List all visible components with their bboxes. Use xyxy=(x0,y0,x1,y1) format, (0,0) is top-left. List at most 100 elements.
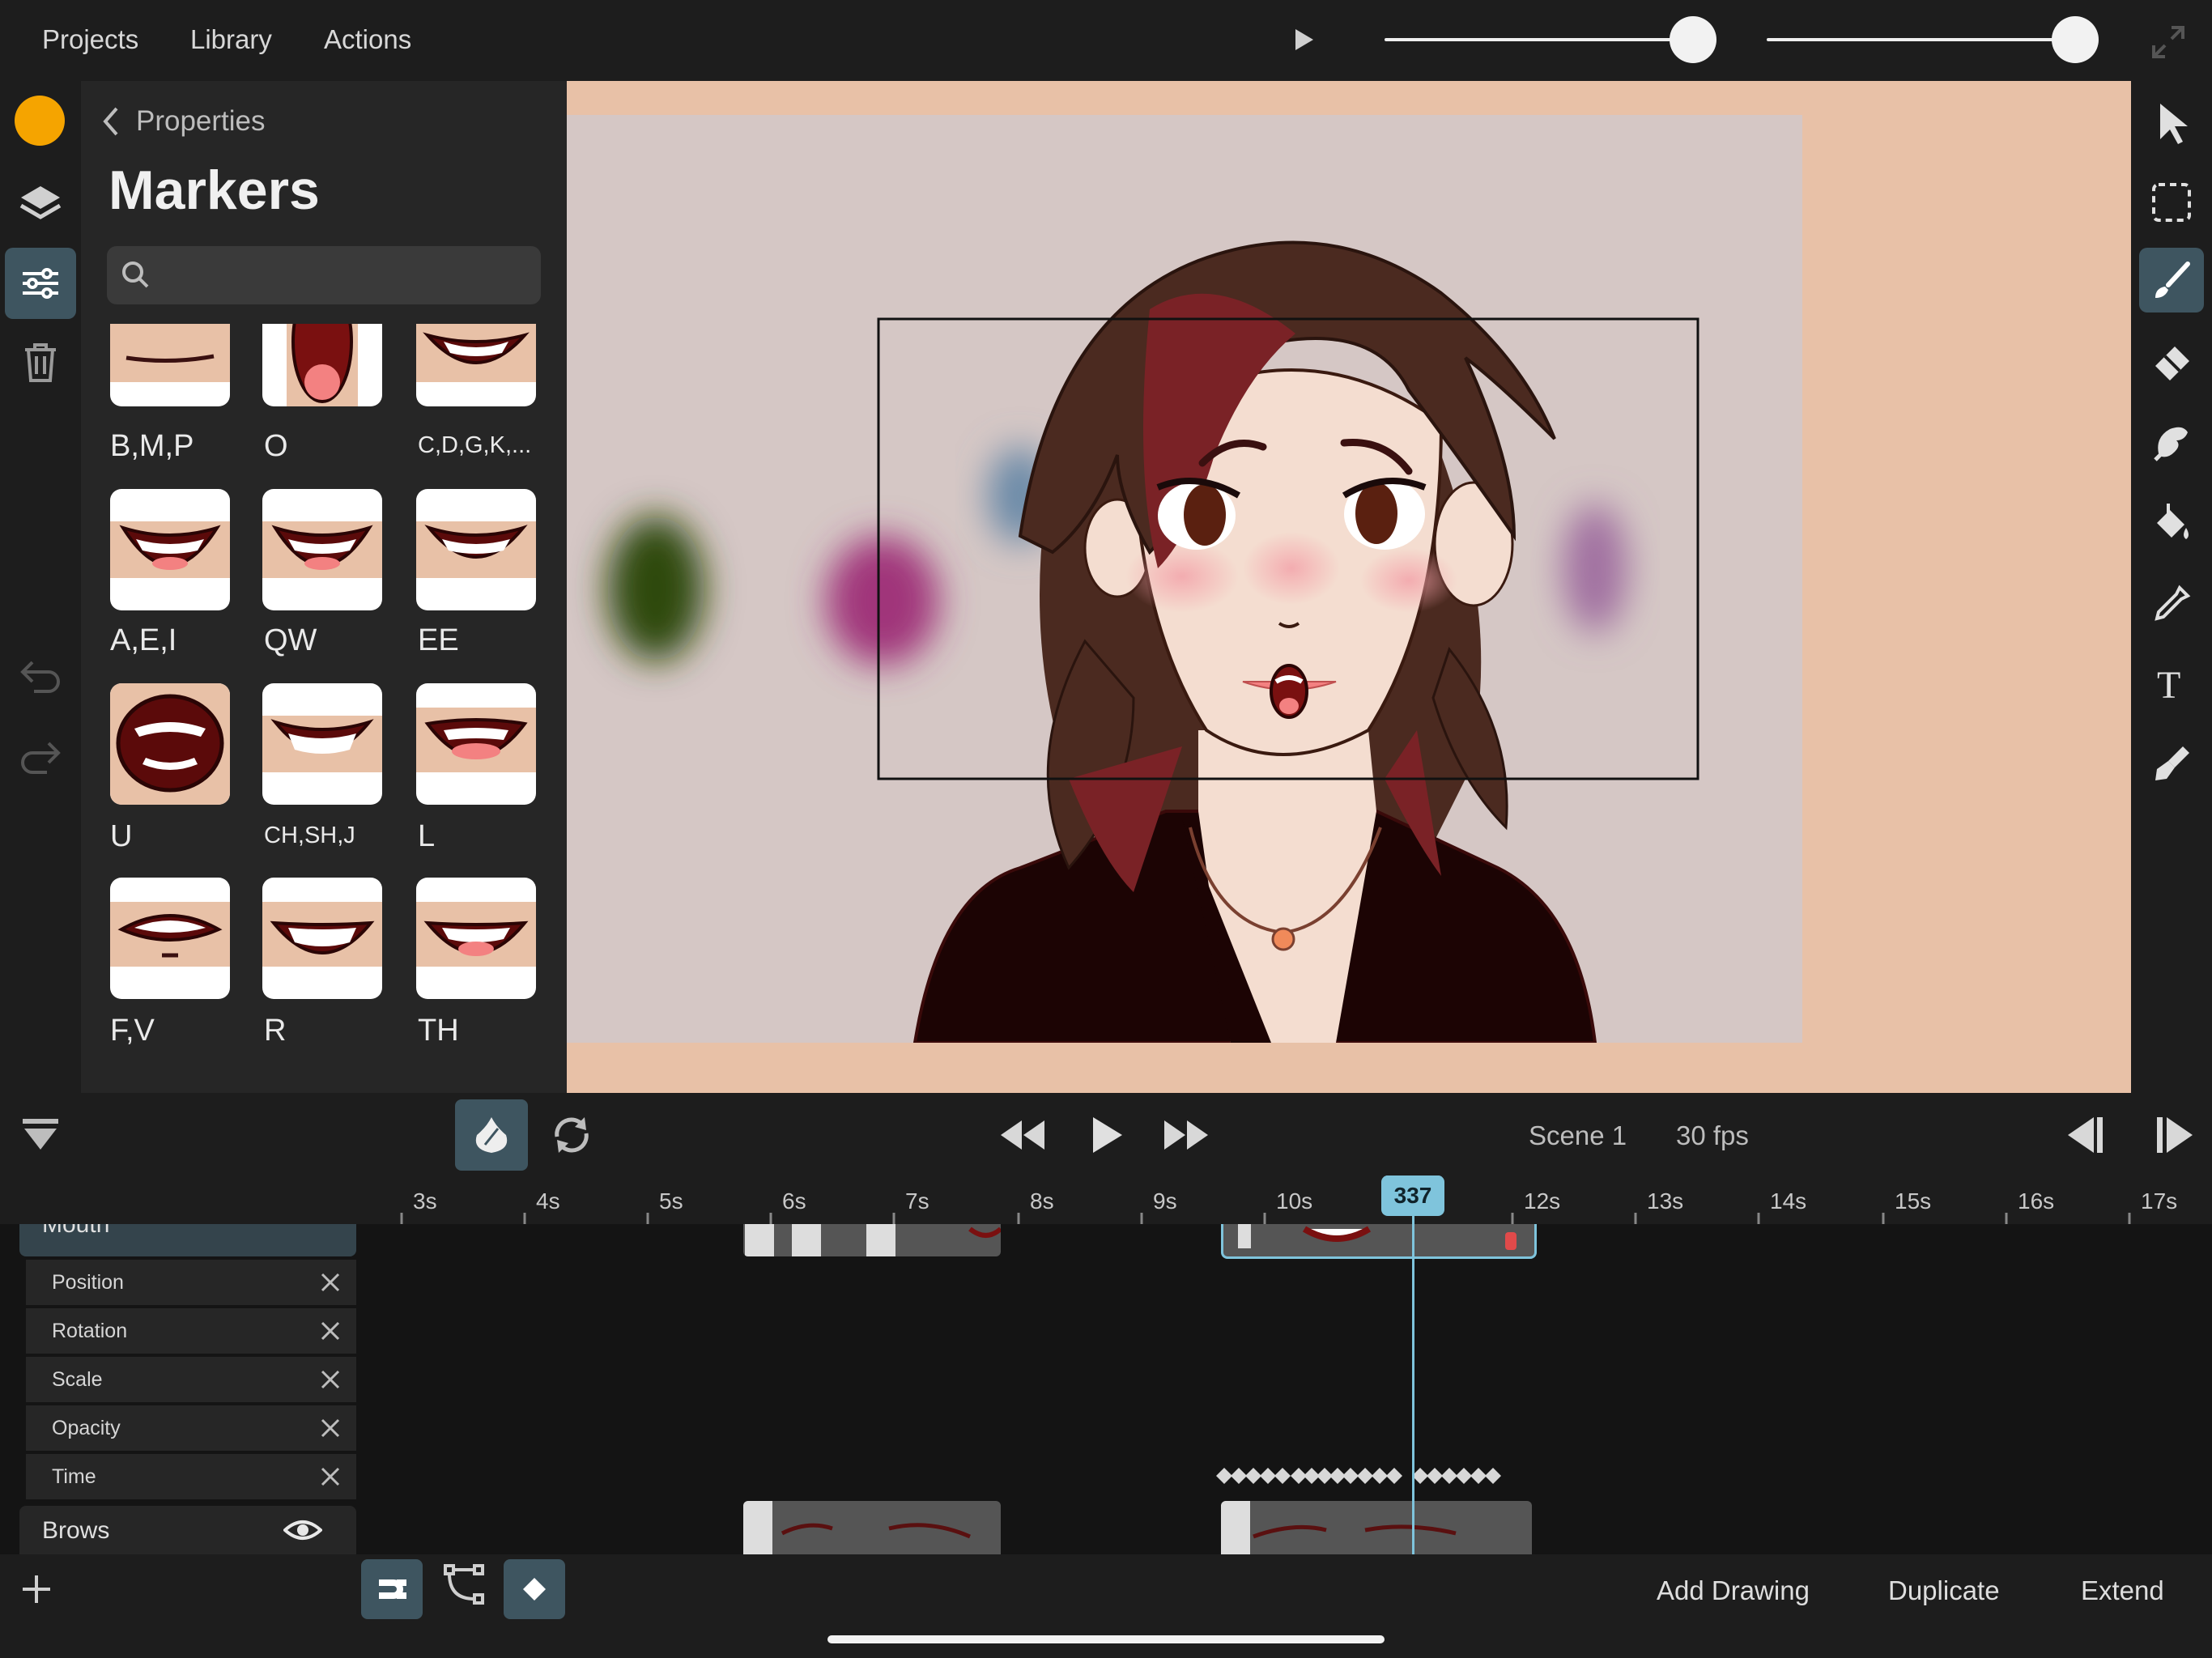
select-arrow-icon[interactable] xyxy=(2139,91,2204,155)
fps-label[interactable]: 30 fps xyxy=(1676,1120,1749,1151)
selection-rect-icon[interactable] xyxy=(2139,170,2204,235)
ruler-tick-label: 9s xyxy=(1153,1188,1177,1214)
marker-label: B,M,P xyxy=(110,429,194,463)
opacity-slider-track[interactable] xyxy=(1767,38,2074,41)
play-button-icon[interactable] xyxy=(1090,1116,1124,1158)
play-icon[interactable] xyxy=(1294,28,1315,56)
marker-label: TH xyxy=(418,1014,459,1048)
timeline-clip-selected[interactable] xyxy=(1221,1224,1537,1259)
marker-label: U xyxy=(110,819,133,853)
snap-magnet-icon[interactable] xyxy=(361,1559,423,1619)
markers-grid: B,M,P O C,D,G,K,... A,E,I QW EE U CH,SH,… xyxy=(107,324,560,1093)
ruler-tick-label: 6s xyxy=(782,1188,806,1214)
back-to-properties[interactable]: Properties xyxy=(136,105,266,138)
marker-thumb-bmp[interactable] xyxy=(110,324,230,406)
previous-frame-icon[interactable] xyxy=(2065,1116,2107,1158)
property-row-time[interactable]: Time xyxy=(26,1454,356,1499)
property-row-position[interactable]: Position xyxy=(26,1260,356,1305)
ruler-tick-label: 7s xyxy=(905,1188,929,1214)
scene-label[interactable]: Scene 1 xyxy=(1529,1120,1627,1151)
eyedropper-icon[interactable] xyxy=(2139,572,2204,636)
layers-icon[interactable] xyxy=(5,167,76,238)
ruler-tick-label: 5s xyxy=(659,1188,683,1214)
keyframe-diamond-icon[interactable] xyxy=(504,1559,565,1619)
timeline-clip[interactable] xyxy=(743,1224,1001,1256)
ruler-tick-label: 3s xyxy=(413,1188,437,1214)
undo-icon[interactable] xyxy=(5,640,76,711)
marker-thumb-u[interactable] xyxy=(110,683,230,805)
fill-icon[interactable] xyxy=(2139,489,2204,554)
pen-icon[interactable] xyxy=(2139,730,2204,795)
marker-thumb-l[interactable] xyxy=(416,683,536,805)
character-artwork xyxy=(607,240,1699,1043)
fullscreen-icon[interactable] xyxy=(2149,23,2188,66)
color-swatch[interactable] xyxy=(15,96,65,146)
zoom-slider-knob[interactable] xyxy=(1670,16,1716,63)
redo-icon[interactable] xyxy=(5,721,76,792)
ruler-tick-label: 16s xyxy=(2018,1188,2055,1214)
keyframe-markers[interactable] xyxy=(1206,1464,1514,1488)
marker-label: R xyxy=(264,1014,287,1048)
ruler-tick-label: 8s xyxy=(1030,1188,1054,1214)
page-title: Markers xyxy=(108,159,320,221)
trash-icon[interactable] xyxy=(5,327,76,398)
search-input[interactable] xyxy=(107,246,541,304)
motion-path-icon[interactable] xyxy=(442,1562,486,1610)
collapse-timeline-icon[interactable] xyxy=(21,1116,60,1158)
playhead-frame-badge[interactable]: 337 xyxy=(1381,1175,1444,1216)
marker-label: O xyxy=(264,429,288,463)
ruler-tick-label: 12s xyxy=(1524,1188,1561,1214)
property-row-rotation[interactable]: Rotation xyxy=(26,1308,356,1354)
opacity-slider-knob[interactable] xyxy=(2052,16,2099,63)
marker-thumb-aei[interactable] xyxy=(110,489,230,610)
marker-thumb-chshj[interactable] xyxy=(262,683,382,805)
extend-button[interactable]: Extend xyxy=(2081,1575,2164,1606)
search-icon xyxy=(122,261,149,288)
menu-projects[interactable]: Projects xyxy=(42,24,138,55)
svg-text:T: T xyxy=(2157,664,2180,704)
marker-label: CH,SH,J xyxy=(264,823,355,848)
marker-label: C,D,G,K,... xyxy=(418,432,532,458)
eraser-icon[interactable] xyxy=(2139,330,2204,395)
timeline-clip[interactable] xyxy=(1221,1501,1532,1554)
text-icon[interactable]: T xyxy=(2139,651,2204,716)
visibility-eye-icon[interactable] xyxy=(283,1517,322,1543)
ruler-tick-label: 4s xyxy=(536,1188,560,1214)
marker-thumb-fv[interactable] xyxy=(110,878,230,999)
marker-thumb-ee[interactable] xyxy=(416,489,536,610)
marker-thumb-th[interactable] xyxy=(416,878,536,999)
loop-icon[interactable] xyxy=(549,1114,594,1160)
properties-icon[interactable] xyxy=(5,248,76,319)
marker-label: L xyxy=(418,819,436,853)
menu-actions[interactable]: Actions xyxy=(324,24,411,55)
playhead-line[interactable] xyxy=(1412,1214,1414,1554)
menu-library[interactable]: Library xyxy=(190,24,272,55)
drawing-stage[interactable] xyxy=(567,115,1802,1043)
ruler-tick-label: 15s xyxy=(1895,1188,1932,1214)
layer-brows-header[interactable]: Brows xyxy=(19,1506,356,1554)
onion-skin-icon[interactable] xyxy=(455,1099,528,1171)
add-drawing-button[interactable]: Add Drawing xyxy=(1657,1575,1810,1606)
marker-thumb-cdgk[interactable] xyxy=(416,324,536,406)
timeline-clip[interactable] xyxy=(743,1501,1001,1554)
marker-thumb-qw[interactable] xyxy=(262,489,382,610)
brush-icon[interactable] xyxy=(2139,248,2204,312)
marker-label: EE xyxy=(418,623,459,657)
duplicate-button[interactable]: Duplicate xyxy=(1888,1575,2000,1606)
zoom-slider-track[interactable] xyxy=(1385,38,1692,41)
marker-label: A,E,I xyxy=(110,623,177,657)
marker-thumb-o[interactable] xyxy=(262,324,382,406)
rewind-icon[interactable] xyxy=(999,1119,1048,1155)
property-row-opacity[interactable]: Opacity xyxy=(26,1405,356,1451)
ruler-ticks xyxy=(400,1213,2131,1224)
home-indicator[interactable] xyxy=(827,1635,1385,1643)
add-layer-icon[interactable] xyxy=(21,1574,52,1609)
next-frame-icon[interactable] xyxy=(2154,1116,2196,1158)
fast-forward-icon[interactable] xyxy=(1163,1119,1211,1155)
property-row-scale[interactable]: Scale xyxy=(26,1357,356,1402)
marker-thumb-r[interactable] xyxy=(262,878,382,999)
marker-label: QW xyxy=(264,623,317,657)
back-chevron-icon[interactable] xyxy=(100,105,120,142)
remove-property-icons[interactable] xyxy=(319,1271,343,1498)
smudge-icon[interactable] xyxy=(2139,410,2204,474)
